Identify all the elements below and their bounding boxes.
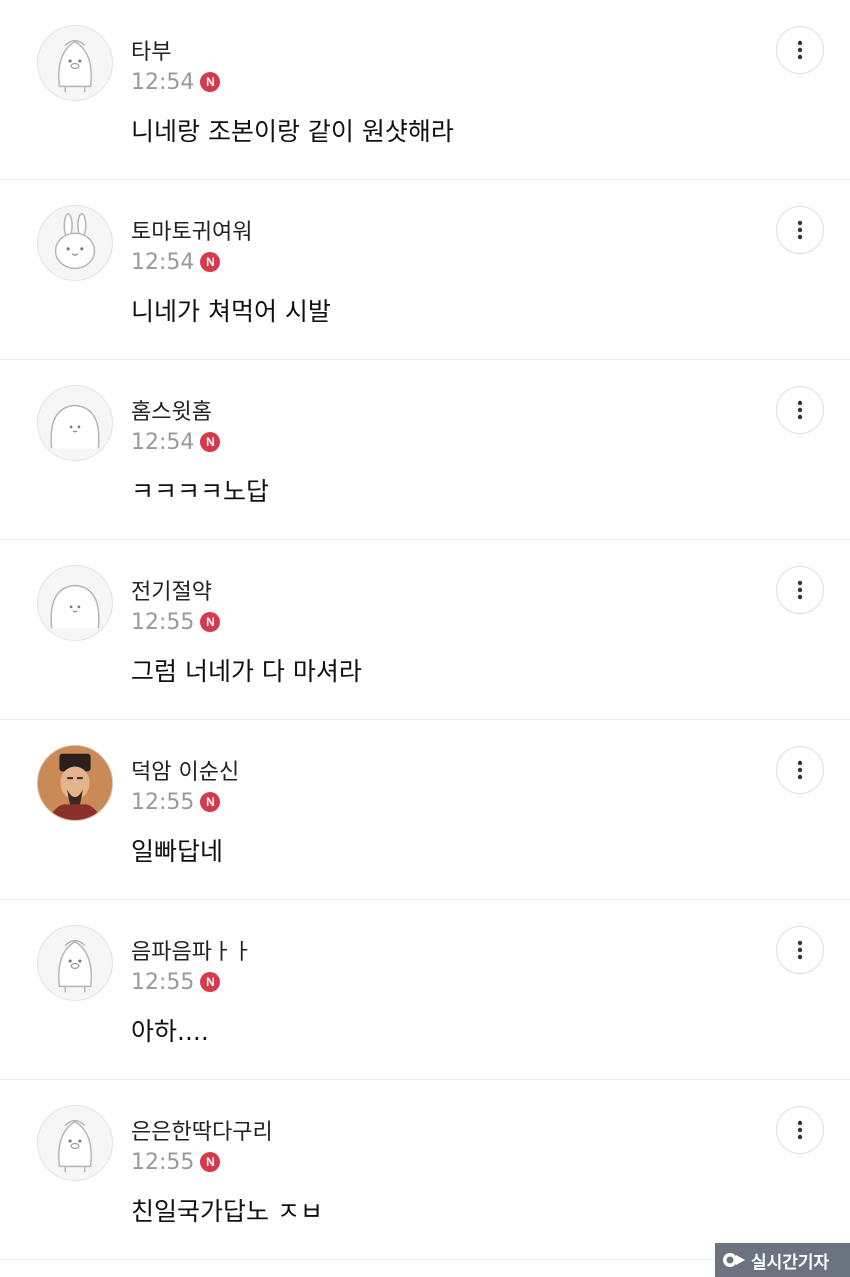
watermark-logo-icon	[723, 1253, 745, 1267]
rabbit-avatar[interactable]	[37, 205, 113, 281]
more-options-button[interactable]	[776, 206, 824, 254]
penguin-icon	[58, 939, 92, 993]
comment-meta: 12:54 N	[131, 248, 221, 276]
nickname[interactable]: 은은한딱다구리	[131, 1114, 273, 1146]
more-vertical-icon	[797, 1120, 803, 1140]
more-options-button[interactable]	[776, 926, 824, 974]
comment-item: 전기절약 12:55 N 그럼 너네가 다 마셔라	[0, 540, 850, 720]
comment-item: 덕암 이순신 12:55 N 일빠답네	[0, 720, 850, 900]
blob-avatar[interactable]	[37, 385, 113, 461]
penguin-avatar[interactable]	[37, 925, 113, 1001]
timestamp: 12:54	[131, 69, 195, 95]
timestamp: 12:54	[131, 429, 195, 455]
timestamp: 12:55	[131, 1149, 195, 1175]
blob-avatar[interactable]	[37, 565, 113, 641]
new-badge: N	[200, 72, 221, 92]
more-vertical-icon	[797, 400, 803, 420]
comment-item: 은은한딱다구리 12:55 N 친일국가답노 ㅈㅂ	[0, 1080, 850, 1260]
more-vertical-icon	[797, 40, 803, 60]
watermark-text: 실시간기자	[751, 1252, 830, 1272]
more-vertical-icon	[797, 220, 803, 240]
nickname[interactable]: 토마토귀여워	[131, 214, 252, 246]
nickname[interactable]: 덕암 이순신	[131, 754, 239, 786]
new-badge: N	[200, 432, 221, 452]
new-badge: N	[200, 1152, 221, 1172]
timestamp: 12:55	[131, 789, 195, 815]
timestamp: 12:55	[131, 969, 195, 995]
new-badge: N	[200, 252, 221, 272]
comment-item: 음파음파ㅏㅏ 12:55 N 아하....	[0, 900, 850, 1080]
comment-text: 니네랑 조본이랑 같이 원샷해라	[131, 117, 454, 146]
comment-meta: 12:54 N	[131, 428, 221, 456]
comment-meta: 12:55 N	[131, 608, 221, 636]
more-options-button[interactable]	[776, 1106, 824, 1154]
comment-text: 니네가 쳐먹어 시발	[131, 297, 331, 326]
penguin-icon	[58, 39, 92, 93]
penguin-icon	[58, 1119, 92, 1173]
comment-meta: 12:54 N	[131, 68, 221, 96]
comment-text: 아하....	[131, 1017, 209, 1046]
blob-icon	[50, 584, 100, 629]
new-badge: N	[200, 612, 221, 632]
new-badge: N	[200, 792, 221, 812]
nickname[interactable]: 음파음파ㅏㅏ	[131, 934, 252, 966]
comment-item: 홈스윗홈 12:54 N ㅋㅋㅋㅋ노답	[0, 360, 850, 540]
more-options-button[interactable]	[776, 386, 824, 434]
nickname[interactable]: 전기절약	[131, 574, 212, 606]
penguin-avatar[interactable]	[37, 1105, 113, 1181]
new-badge: N	[200, 972, 221, 992]
nickname[interactable]: 홈스윗홈	[131, 394, 212, 426]
portrait-icon	[38, 746, 112, 820]
comment-meta: 12:55 N	[131, 968, 221, 996]
comment-text: 일빠답네	[131, 837, 224, 866]
comment-text: 친일국가답노 ㅈㅂ	[131, 1197, 323, 1226]
comment-meta: 12:55 N	[131, 1148, 221, 1176]
penguin-avatar[interactable]	[37, 25, 113, 101]
more-vertical-icon	[797, 940, 803, 960]
watermark: 실시간기자	[715, 1243, 850, 1277]
more-options-button[interactable]	[776, 566, 824, 614]
comment-text: 그럼 너네가 다 마셔라	[131, 657, 362, 686]
more-options-button[interactable]	[776, 26, 824, 74]
more-options-button[interactable]	[776, 746, 824, 794]
comment-meta: 12:55 N	[131, 788, 221, 816]
nickname[interactable]: 타부	[131, 34, 171, 66]
timestamp: 12:55	[131, 609, 195, 635]
blob-icon	[50, 404, 100, 449]
comment-text: ㅋㅋㅋㅋ노답	[131, 477, 270, 506]
portrait-avatar[interactable]	[37, 745, 113, 821]
timestamp: 12:54	[131, 249, 195, 275]
more-vertical-icon	[797, 760, 803, 780]
comment-list: 타부 12:54 N 니네랑 조본이랑 같이 원샷해라 토마토귀여워 12:54…	[0, 0, 850, 1260]
rabbit-icon	[54, 213, 96, 270]
comment-item: 토마토귀여워 12:54 N 니네가 쳐먹어 시발	[0, 180, 850, 360]
comment-item: 타부 12:54 N 니네랑 조본이랑 같이 원샷해라	[0, 0, 850, 180]
more-vertical-icon	[797, 580, 803, 600]
